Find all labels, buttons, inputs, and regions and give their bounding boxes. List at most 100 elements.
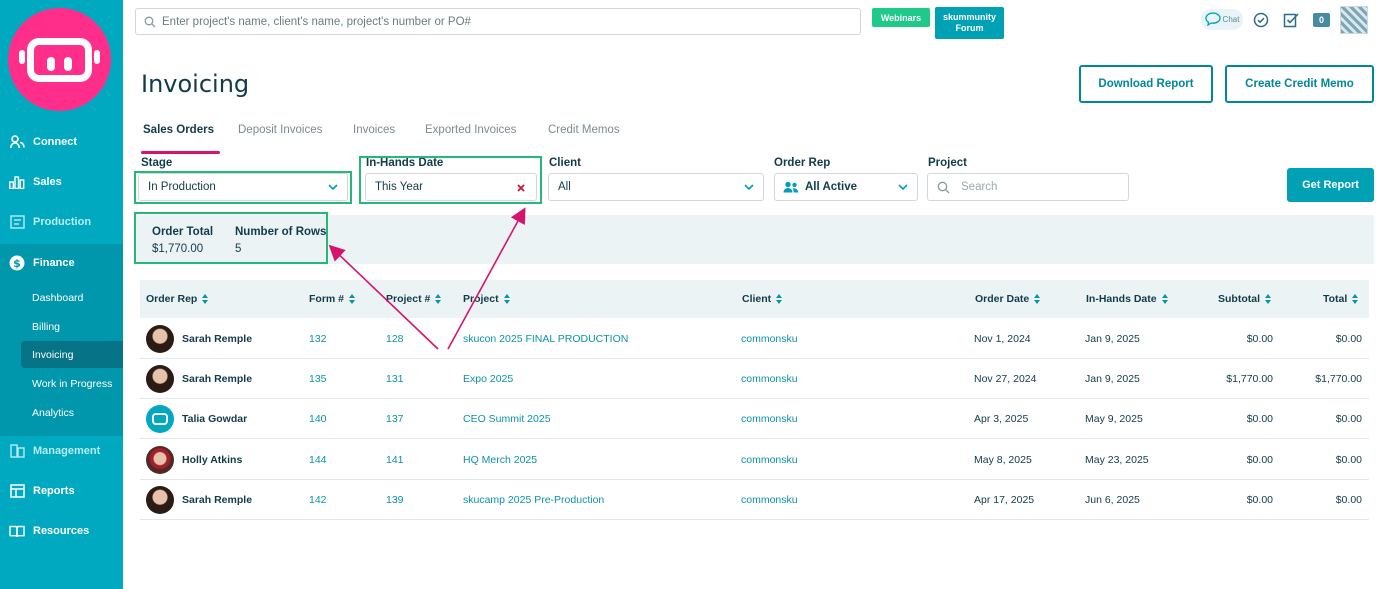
client-value: All — [558, 181, 571, 193]
tab-deposit-invoices[interactable]: Deposit Invoices — [238, 124, 322, 136]
sidebar-item-label: Connect — [33, 136, 77, 148]
create-credit-memo-button[interactable]: Create Credit Memo — [1225, 65, 1374, 103]
sort-icon — [202, 294, 209, 304]
tab-invoices[interactable]: Invoices — [353, 124, 395, 136]
header-order-date[interactable]: Order Date — [975, 293, 1041, 305]
active-tab-indicator — [141, 151, 220, 154]
project-number-link[interactable]: 137 — [386, 413, 404, 425]
project-name-link[interactable]: CEO Summit 2025 — [463, 413, 551, 425]
sidebar-item-sales[interactable]: Sales — [0, 163, 123, 201]
tab-credit-memos[interactable]: Credit Memos — [548, 124, 620, 136]
summary-highlight-box — [134, 212, 328, 264]
total: $1,770.00 — [1315, 373, 1362, 385]
project-name-link[interactable]: skucamp 2025 Pre-Production — [463, 494, 604, 506]
header-form-number[interactable]: Form # — [309, 293, 356, 305]
reports-icon — [9, 483, 25, 499]
subtotal: $0.00 — [1246, 454, 1273, 466]
order-date: Apr 3, 2025 — [974, 413, 1029, 425]
sidebar-item-management[interactable]: Management — [0, 432, 123, 470]
column-header-label: Subtotal — [1218, 293, 1260, 305]
form-number-link[interactable]: 135 — [309, 373, 327, 385]
column-header-label: Order Date — [975, 293, 1030, 305]
client-link[interactable]: commonsku — [741, 413, 798, 425]
chat-label: Chat — [1222, 15, 1240, 24]
order-rep-label: Order Rep — [774, 157, 831, 169]
project-name-link[interactable]: skucon 2025 FINAL PRODUCTION — [463, 333, 628, 345]
project-number-link[interactable]: 128 — [386, 333, 404, 345]
sidebar: Connect Sales Production $ Finance Dashb… — [0, 0, 123, 589]
project-number-link[interactable]: 141 — [386, 454, 404, 466]
sidebar-subitem-invoicing[interactable]: Invoicing — [21, 341, 123, 368]
svg-text:$: $ — [13, 257, 21, 270]
forum-label-line2: Forum — [955, 23, 984, 33]
header-order-rep[interactable]: Order Rep — [146, 293, 209, 305]
subtotal: $0.00 — [1246, 494, 1273, 506]
subtotal: $0.00 — [1246, 413, 1273, 425]
task-checklist-icon[interactable] — [1282, 11, 1299, 28]
sidebar-subitem-billing[interactable]: Billing — [21, 313, 123, 340]
forum-button[interactable]: skummunity Forum — [935, 7, 1004, 39]
sidebar-subitem-work-in-progress[interactable]: Work in Progress — [21, 370, 123, 397]
avatar — [146, 325, 174, 353]
header-total[interactable]: Total — [1323, 293, 1359, 305]
get-report-button[interactable]: Get Report — [1287, 168, 1374, 202]
header-subtotal[interactable]: Subtotal — [1218, 293, 1271, 305]
forum-label-line1: skummunity — [942, 12, 996, 22]
sidebar-subitem-dashboard[interactable]: Dashboard — [21, 284, 123, 311]
order-rep-name: Sarah Remple — [182, 373, 253, 385]
avatar — [146, 486, 174, 514]
tab-sales-orders[interactable]: Sales Orders — [143, 124, 214, 136]
sidebar-item-label: Reports — [33, 485, 75, 497]
form-number-link[interactable]: 142 — [309, 494, 327, 506]
project-name-link[interactable]: HQ Merch 2025 — [463, 454, 537, 466]
total: $0.00 — [1335, 454, 1362, 466]
client-link[interactable]: commonsku — [741, 333, 798, 345]
global-search-input[interactable]: Enter project's name, client's name, pro… — [135, 8, 861, 35]
download-report-button[interactable]: Download Report — [1079, 65, 1213, 103]
form-number-link[interactable]: 140 — [309, 413, 327, 425]
project-number-link[interactable]: 139 — [386, 494, 404, 506]
sidebar-subitem-analytics[interactable]: Analytics — [21, 399, 123, 426]
clock-check-icon[interactable] — [1252, 11, 1269, 28]
sidebar-item-resources[interactable]: Resources — [0, 512, 123, 550]
order-rep-name: Sarah Remple — [182, 494, 253, 506]
client-select[interactable]: All — [548, 173, 764, 201]
header-in-hands-date[interactable]: In-Hands Date — [1086, 293, 1168, 305]
order-rep-name: Holly Atkins — [182, 454, 243, 466]
project-search-input[interactable]: Search — [927, 173, 1129, 201]
user-avatar[interactable] — [1340, 6, 1368, 34]
tab-exported-invoices[interactable]: Exported Invoices — [425, 124, 516, 136]
form-number-link[interactable]: 144 — [309, 454, 327, 466]
sidebar-item-production[interactable]: Production — [0, 203, 123, 241]
robot-ear-icon — [94, 50, 100, 64]
column-header-label: Total — [1323, 293, 1348, 305]
sidebar-item-finance[interactable]: $ Finance — [0, 244, 123, 282]
notification-badge[interactable]: 0 — [1313, 13, 1330, 27]
commonsku-logo[interactable] — [8, 8, 111, 111]
sidebar-item-reports[interactable]: Reports — [0, 472, 123, 510]
client-label: Client — [549, 157, 581, 169]
in-hands-date: Jan 9, 2025 — [1085, 333, 1140, 345]
header-project-number[interactable]: Project # — [386, 293, 442, 305]
webinars-button[interactable]: Webinars — [872, 8, 930, 27]
form-number-link[interactable]: 132 — [309, 333, 327, 345]
total: $0.00 — [1335, 494, 1362, 506]
project-name-link[interactable]: Expo 2025 — [463, 373, 513, 385]
sidebar-item-connect[interactable]: Connect — [0, 123, 123, 161]
client-link[interactable]: commonsku — [741, 373, 798, 385]
in-hands-date: Jan 9, 2025 — [1085, 373, 1140, 385]
order-date: May 8, 2025 — [974, 454, 1032, 466]
sort-icon — [349, 294, 356, 304]
in-hands-date: May 23, 2025 — [1085, 454, 1149, 466]
client-link[interactable]: commonsku — [741, 494, 798, 506]
client-link[interactable]: commonsku — [741, 454, 798, 466]
sidebar-item-label: Management — [33, 445, 101, 457]
sort-icon — [1352, 294, 1359, 304]
header-project[interactable]: Project — [463, 293, 510, 305]
order-rep-select[interactable]: All Active — [774, 173, 918, 201]
chat-button[interactable]: Chat — [1201, 9, 1243, 30]
management-icon — [9, 443, 25, 459]
sort-icon — [1265, 294, 1271, 304]
header-client[interactable]: Client — [742, 293, 783, 305]
project-number-link[interactable]: 131 — [386, 373, 404, 385]
